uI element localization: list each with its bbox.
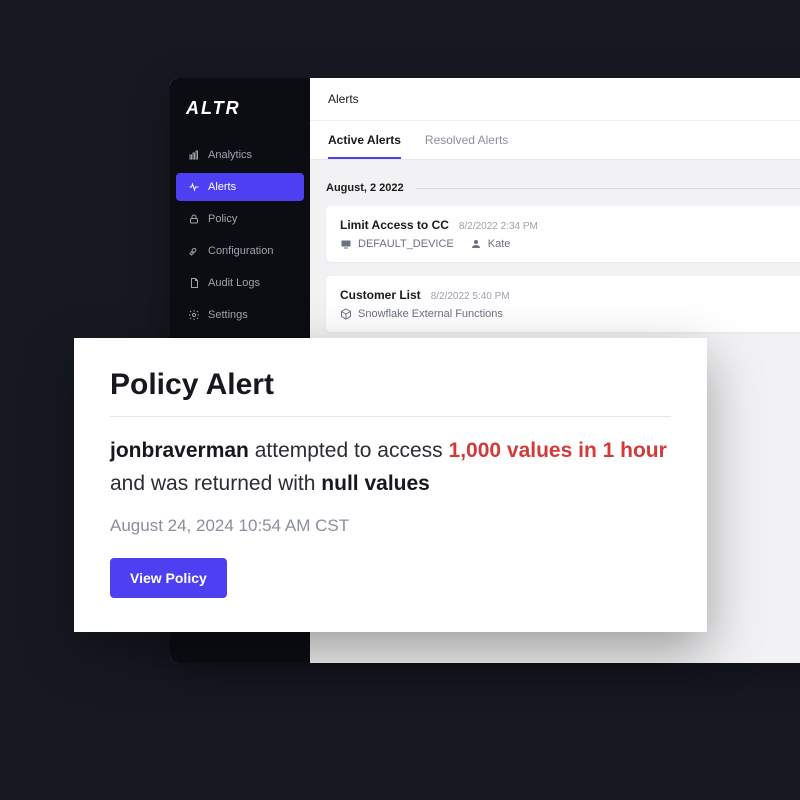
lock-icon bbox=[188, 213, 200, 225]
policy-alert-heading: Policy Alert bbox=[110, 368, 671, 416]
user-icon bbox=[470, 238, 482, 250]
alert-title: Limit Access to CC bbox=[340, 218, 449, 232]
policy-alert-tail: null values bbox=[321, 472, 430, 495]
breadcrumb: Alerts bbox=[310, 78, 800, 121]
alert-timestamp: 8/2/2022 2:34 PM bbox=[459, 221, 538, 232]
divider-line bbox=[416, 188, 800, 189]
wrench-icon bbox=[188, 245, 200, 257]
alert-meta-text: Snowflake External Functions bbox=[358, 308, 503, 320]
policy-alert-timestamp: August 24, 2024 10:54 AM CST bbox=[110, 516, 671, 536]
alert-timestamp: 8/2/2022 5:40 PM bbox=[431, 291, 510, 302]
sidebar-item-label: Analytics bbox=[208, 149, 252, 161]
policy-alert-text: and was returned with bbox=[110, 472, 315, 495]
tab-active-alerts[interactable]: Active Alerts bbox=[328, 121, 401, 159]
sidebar-item-label: Alerts bbox=[208, 181, 236, 193]
sidebar-item-label: Audit Logs bbox=[208, 277, 260, 289]
sidebar-item-analytics[interactable]: Analytics bbox=[176, 141, 304, 169]
view-policy-button[interactable]: View Policy bbox=[110, 558, 227, 598]
alerts-list: August, 2 2022 Limit Access to CC 8/2/20… bbox=[310, 160, 800, 362]
date-group-label: August, 2 2022 bbox=[326, 182, 404, 194]
alert-meta-text: Kate bbox=[488, 238, 511, 250]
alert-meta-text: DEFAULT_DEVICE bbox=[358, 238, 454, 250]
date-group: August, 2 2022 bbox=[326, 182, 800, 194]
sidebar-item-settings[interactable]: Settings bbox=[176, 301, 304, 329]
sidebar-item-label: Settings bbox=[208, 309, 248, 321]
document-icon bbox=[188, 277, 200, 289]
sidebar-item-alerts[interactable]: Alerts bbox=[176, 173, 304, 201]
sidebar-item-configuration[interactable]: Configuration bbox=[176, 237, 304, 265]
gear-icon bbox=[188, 309, 200, 321]
policy-alert-panel: Policy Alert jonbraverman attempted to a… bbox=[74, 338, 707, 632]
policy-alert-username: jonbraverman bbox=[110, 439, 249, 462]
alert-title: Customer List bbox=[340, 288, 421, 302]
policy-alert-highlight: 1,000 values in 1 hour bbox=[449, 439, 667, 462]
tab-resolved-alerts[interactable]: Resolved Alerts bbox=[425, 121, 508, 159]
policy-alert-text: attempted to access bbox=[255, 439, 443, 462]
sidebar-item-audit-logs[interactable]: Audit Logs bbox=[176, 269, 304, 297]
tabs: Active Alerts Resolved Alerts bbox=[310, 121, 800, 160]
sidebar-item-label: Policy bbox=[208, 213, 237, 225]
sidebar-item-policy[interactable]: Policy bbox=[176, 205, 304, 233]
brand-logo: ALTR bbox=[170, 92, 310, 139]
policy-alert-body: jonbraverman attempted to access 1,000 v… bbox=[110, 435, 671, 500]
pulse-icon bbox=[188, 181, 200, 193]
alert-card[interactable]: Customer List 8/2/2022 5:40 PM Snowflake… bbox=[326, 276, 800, 332]
alert-card[interactable]: Limit Access to CC 8/2/2022 2:34 PM DEFA… bbox=[326, 206, 800, 262]
divider bbox=[110, 416, 671, 417]
cube-icon bbox=[340, 308, 352, 320]
device-icon bbox=[340, 238, 352, 250]
sidebar-item-label: Configuration bbox=[208, 245, 273, 257]
chart-icon bbox=[188, 149, 200, 161]
